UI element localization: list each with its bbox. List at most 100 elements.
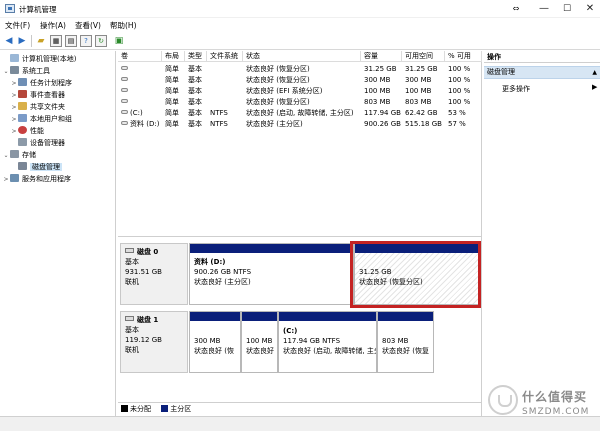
tree-item-shared-folders[interactable]: > 共享文件夹 (10, 101, 65, 113)
partition-status: 状态良好 (246, 347, 274, 355)
highlight-box (350, 241, 481, 308)
disk-status: 联机 (125, 346, 139, 354)
partition-efi-100mb[interactable]: 100 MB 状态良好 (241, 311, 278, 373)
cell-capacity: 31.25 GB (364, 65, 397, 73)
console-tree-icon[interactable]: ▦ (50, 35, 62, 47)
disk-0-info[interactable]: 磁盘 0 基本 931.51 GB 联机 (120, 243, 188, 305)
cell-volume (118, 75, 162, 86)
tree-item-label: 磁盘管理 (30, 163, 62, 171)
partition-title: 资料 (D:) (194, 258, 226, 266)
column-header-capacity[interactable]: 容量 (361, 51, 402, 62)
cell-type: 基本 (188, 120, 202, 128)
users-icon (18, 114, 27, 122)
more-actions[interactable]: 更多操作 (502, 84, 530, 94)
column-header-status[interactable]: 状态 (243, 51, 361, 62)
disk-type: 基本 (125, 258, 139, 266)
tree-item-task-scheduler[interactable]: > 任务计划程序 (10, 77, 72, 89)
cell-filesystem (207, 97, 243, 108)
tree-item-local-users[interactable]: > 本地用户和组 (10, 113, 72, 125)
partition-status: 状态良好 (恢 (194, 347, 234, 355)
cell-layout: 简单 (165, 65, 179, 73)
cell-free-space: 515.18 GB (405, 120, 442, 128)
collapse-icon[interactable]: ▲ (592, 67, 597, 78)
partition-bar (378, 312, 433, 321)
services-icon (10, 174, 19, 182)
volume-icon (121, 99, 128, 103)
tree-item-label: 计算机管理(本地) (22, 55, 77, 63)
help-icon[interactable]: ? (80, 35, 92, 47)
tree-item-system-tools[interactable]: ⌄ 系统工具 (2, 65, 50, 77)
tree-expander[interactable]: ⌄ (2, 66, 10, 78)
tree-expander[interactable]: > (2, 174, 10, 186)
tree-item-label: 任务计划程序 (30, 79, 72, 87)
watermark-text-cn: 什么值得买 (522, 390, 588, 404)
column-header-type[interactable]: 类型 (185, 51, 207, 62)
cell-percent-free: 100 % (448, 76, 471, 84)
cell-percent-free: 57 % (448, 120, 466, 128)
tree-expander[interactable]: ⌄ (2, 150, 10, 162)
tree-item-services-apps[interactable]: > 服务和应用程序 (2, 173, 71, 185)
window-title: 计算机管理 (19, 5, 57, 14)
cell-layout: 简单 (165, 109, 179, 117)
chevron-right-icon[interactable]: ▶ (592, 83, 597, 91)
toolbar: ◀ ▶ ▰ ▦ ▤ ? ↻ ▣ (0, 32, 600, 50)
cell-free-space: 100 MB (405, 87, 432, 95)
tree-item-device-manager[interactable]: 设备管理器 (10, 137, 65, 149)
cell-type: 基本 (188, 87, 202, 95)
back-arrow-icon[interactable]: ◀ (3, 35, 15, 47)
export-icon[interactable]: ▣ (113, 35, 125, 47)
partition-data-d[interactable]: 资料 (D:) 900.26 GB NTFS 状态良好 (主分区) (189, 243, 354, 305)
menu-action[interactable]: 操作(A) (40, 20, 66, 31)
column-header-layout[interactable]: 布局 (162, 51, 185, 62)
menu-file[interactable]: 文件(F) (5, 20, 30, 31)
cell-status: 状态良好 (EFI 系统分区) (246, 87, 323, 95)
partition-recovery-300mb[interactable]: 300 MB 状态良好 (恢 (189, 311, 241, 373)
actions-disk-management[interactable]: 磁盘管理 ▲ (484, 66, 600, 79)
partition-size: 117.94 GB NTFS (283, 337, 341, 345)
tree-item-performance[interactable]: > 性能 (10, 125, 44, 137)
legend-item-primary: 主分区 (161, 405, 191, 413)
legend-swatch (121, 405, 128, 412)
cell-capacity: 900.26 GB (364, 120, 401, 128)
volume-list: 卷 布局 类型 文件系统 状态 容量 可用空间 % 可用 简单 基本 状态良好 … (118, 51, 482, 236)
close-button[interactable]: ✕ (576, 0, 600, 18)
actions-selected-label: 磁盘管理 (487, 68, 515, 76)
partition-size: 100 MB (246, 337, 273, 345)
actions-pane: 操作 磁盘管理 ▲ 更多操作 ▶ (484, 51, 600, 416)
tree-item-label: 性能 (30, 127, 44, 135)
cell-status: 状态良好 (启动, 故障转储, 主分区) (246, 109, 354, 117)
cell-filesystem (207, 75, 243, 86)
folder-icon (18, 102, 27, 110)
column-header-free-space[interactable]: 可用空间 (402, 51, 445, 62)
partition-system-c[interactable]: (C:) 117.94 GB NTFS 状态良好 (启动, 故障转储, 主分 (278, 311, 377, 373)
disk-icon (125, 248, 134, 253)
tree-item-event-viewer[interactable]: > 事件查看器 (10, 89, 65, 101)
menu-help[interactable]: 帮助(H) (110, 20, 137, 31)
cell-percent-free: 100 % (448, 65, 471, 73)
cell-filesystem (207, 64, 243, 75)
column-header-percent-free[interactable]: % 可用 (445, 51, 482, 62)
column-header-filesystem[interactable]: 文件系统 (207, 51, 243, 62)
disk-name: 磁盘 1 (137, 316, 159, 324)
tree-item-computer-management[interactable]: 计算机管理(本地) (2, 53, 76, 65)
cell-type: 基本 (188, 109, 202, 117)
title-bar: 计算机管理 ⇔ — ☐ ✕ (0, 0, 600, 18)
cell-layout: 简单 (165, 120, 179, 128)
disk-1-info[interactable]: 磁盘 1 基本 119.12 GB 联机 (120, 311, 188, 373)
cell-status: 状态良好 (恢复分区) (246, 98, 310, 106)
menu-bar: 文件(F) 操作(A) 查看(V) 帮助(H) (0, 18, 600, 32)
forward-arrow-icon[interactable]: ▶ (16, 35, 28, 47)
link-icon[interactable]: ⇔ (502, 0, 530, 18)
tree-item-label: 服务和应用程序 (22, 175, 71, 183)
refresh-icon[interactable]: ↻ (95, 35, 107, 47)
cell-type: 基本 (188, 76, 202, 84)
properties-icon[interactable]: ▤ (65, 35, 77, 47)
tree-item-disk-management[interactable]: 磁盘管理 (10, 161, 62, 173)
volume-icon (121, 110, 128, 114)
column-header-volume[interactable]: 卷 (118, 51, 162, 62)
tree-item-storage[interactable]: ⌄ 存储 (2, 149, 36, 161)
partition-recovery-803mb[interactable]: 803 MB 状态良好 (恢复 (377, 311, 434, 373)
cell-layout: 简单 (165, 98, 179, 106)
folder-up-icon[interactable]: ▰ (35, 35, 47, 47)
menu-view[interactable]: 查看(V) (75, 20, 101, 31)
